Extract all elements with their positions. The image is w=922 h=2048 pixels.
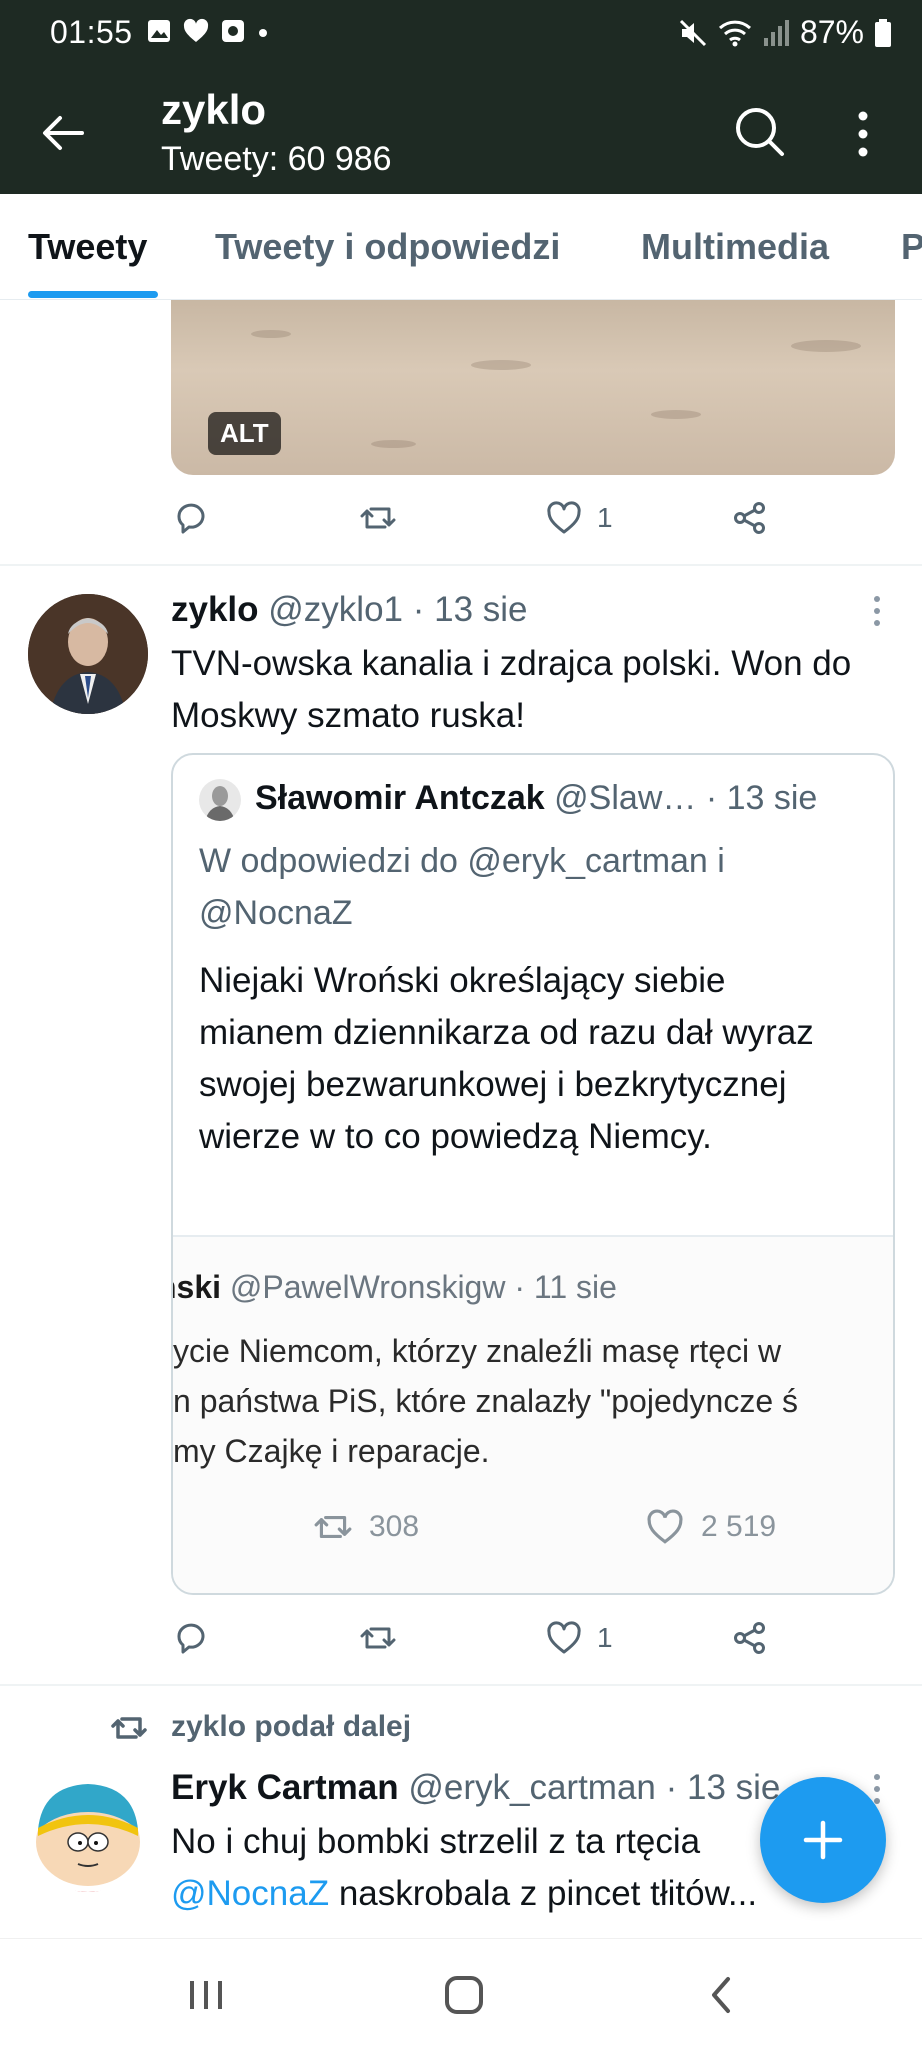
mute-icon (679, 19, 707, 46)
profile-name: zyklo (161, 86, 267, 133)
share-button[interactable] (731, 1619, 769, 1657)
quoted-author-meta: @Slaw… · 13 sie (554, 779, 818, 817)
heart-outline-icon (547, 1621, 581, 1654)
battery-percent: 87% (799, 14, 864, 50)
image-texture (251, 330, 291, 338)
screenshot-likes: 2 519 (645, 1507, 776, 1547)
avatar[interactable] (28, 1772, 148, 1892)
tab-tweets-and-replies[interactable]: Tweety i odpowiedzi (215, 226, 560, 268)
system-nav-bar (0, 1938, 922, 2048)
image-texture (791, 340, 861, 352)
wifi-icon (718, 20, 751, 46)
retweet-button[interactable] (359, 499, 397, 537)
avatar[interactable] (28, 594, 148, 714)
retweet-icon (360, 1627, 396, 1649)
avatar-image (28, 594, 148, 714)
reply-button[interactable] (173, 499, 211, 537)
tweet-more-icon[interactable] (868, 594, 886, 628)
more-options-icon[interactable] (845, 106, 881, 162)
image-texture (371, 440, 416, 448)
profile-tabs: Tweety Tweety i odpowiedzi Multimedia P (0, 194, 922, 300)
profile-header: zyklo Tweety: 60 986 (0, 66, 922, 194)
reply-button[interactable] (173, 1619, 211, 1657)
share-button[interactable] (731, 499, 769, 537)
share-icon (734, 1622, 765, 1654)
active-tab-indicator (28, 291, 158, 298)
retweet-icon (314, 1515, 352, 1539)
tab-media[interactable]: Multimedia (641, 226, 829, 268)
tweet-count: Tweety: 60 986 (161, 140, 392, 178)
retweet-button[interactable] (359, 1619, 397, 1657)
screenshot-line: my Czajkę i reparacje. (173, 1433, 490, 1469)
like-button[interactable]: 1 (545, 1619, 613, 1657)
like-count: 1 (597, 502, 613, 533)
tweet-divider (0, 564, 922, 566)
screenshot-retweets: 308 (313, 1507, 419, 1547)
quoted-author-name: Sławomir Antczak (255, 779, 545, 817)
quoted-header: Sławomir Antczak @Slaw… · 13 sie (255, 779, 817, 818)
screenshot-like-count: 2 519 (701, 1510, 777, 1543)
tab-tweets[interactable]: Tweety (28, 226, 147, 268)
gallery-icon (148, 20, 170, 42)
share-icon (734, 502, 765, 534)
quoted-text: Niejaki Wroński określający siebie miane… (199, 961, 814, 1156)
plus-icon (803, 1820, 843, 1860)
timeline: ALT 1 zyklo @zyklo1 · 13 sie TVN-owska k… (0, 300, 922, 1940)
heart-outline-icon (547, 501, 581, 534)
quoted-tweet[interactable]: Sławomir Antczak @Slaw… · 13 sie W odpow… (171, 753, 895, 1595)
tweet-text-line: No i chuj bombki strzelil z ta rtęcia (171, 1822, 701, 1861)
heart-outline-icon (647, 1509, 683, 1544)
screenshot-meta: @PawelWronskigw · 11 sie (229, 1269, 617, 1305)
quoted-avatar-image (199, 779, 241, 821)
compose-tweet-button[interactable] (760, 1777, 886, 1903)
image-texture (471, 360, 531, 370)
dot-icon (259, 29, 267, 37)
back-arrow-icon[interactable] (36, 106, 90, 160)
screenshot-line: n państwa PiS, które znalazły "pojedyncz… (173, 1383, 799, 1419)
author-name[interactable]: zyklo (171, 590, 259, 629)
notification-icons (146, 18, 270, 44)
author-handle-date: @eryk_cartman · 13 sie (408, 1768, 781, 1807)
heart-icon (183, 18, 209, 42)
quoted-reply-to: W odpowiedzi do @eryk_cartman i @NocnaZ (199, 842, 725, 932)
alt-text-badge[interactable]: ALT (208, 412, 281, 455)
screenshot-retweet-count: 308 (369, 1510, 420, 1543)
like-count: 1 (597, 1622, 613, 1653)
tweet-divider (0, 1684, 922, 1686)
home-icon[interactable] (434, 1967, 494, 2023)
status-right: 87% (678, 14, 892, 51)
image-texture (651, 410, 701, 419)
tweet-media-image[interactable]: ALT (171, 300, 895, 475)
screenshot-line: ycie Niemcom, którzy znaleźli masę rtęci… (173, 1333, 782, 1369)
like-button[interactable]: 1 (545, 499, 613, 537)
tab-partial[interactable]: P (901, 226, 922, 268)
retweeted-by-label[interactable]: zyklo podał dalej (171, 1710, 411, 1744)
quoted-avatar (199, 779, 241, 821)
status-bar: 01:55 87% (0, 0, 922, 66)
tweet-header: zyklo @zyklo1 · 13 sie (171, 590, 528, 630)
app-notification-icon (222, 20, 244, 42)
screenshot-header: ński @PawelWronskigw · 11 sie (173, 1269, 617, 1306)
tweet-text-line: naskrobala z pincet tłitów... (329, 1874, 758, 1913)
reply-icon (177, 503, 205, 534)
search-icon[interactable] (732, 104, 788, 160)
tweet-header: Eryk Cartman @eryk_cartman · 13 sie (171, 1768, 780, 1808)
author-handle-date: @zyklo1 · 13 sie (268, 590, 528, 629)
signal-icon (763, 19, 789, 46)
status-time: 01:55 (50, 14, 133, 50)
tweet-text: TVN-owska kanalia i zdrajca polski. Won … (171, 644, 852, 735)
retweet-indicator-icon (111, 1717, 147, 1739)
retweet-icon (360, 507, 396, 529)
author-name[interactable]: Eryk Cartman (171, 1768, 399, 1807)
screenshot-author-fragment: ński (173, 1269, 222, 1305)
reply-icon (177, 1623, 205, 1654)
system-back-icon[interactable] (692, 1967, 752, 2023)
battery-icon (875, 18, 891, 47)
quoted-screenshot-image[interactable]: ński @PawelWronskigw · 11 sie ycie Niemc… (173, 1235, 893, 1593)
recent-apps-icon[interactable] (176, 1967, 236, 2023)
avatar-image (28, 1772, 148, 1892)
mention-link[interactable]: @NocnaZ (171, 1874, 329, 1913)
